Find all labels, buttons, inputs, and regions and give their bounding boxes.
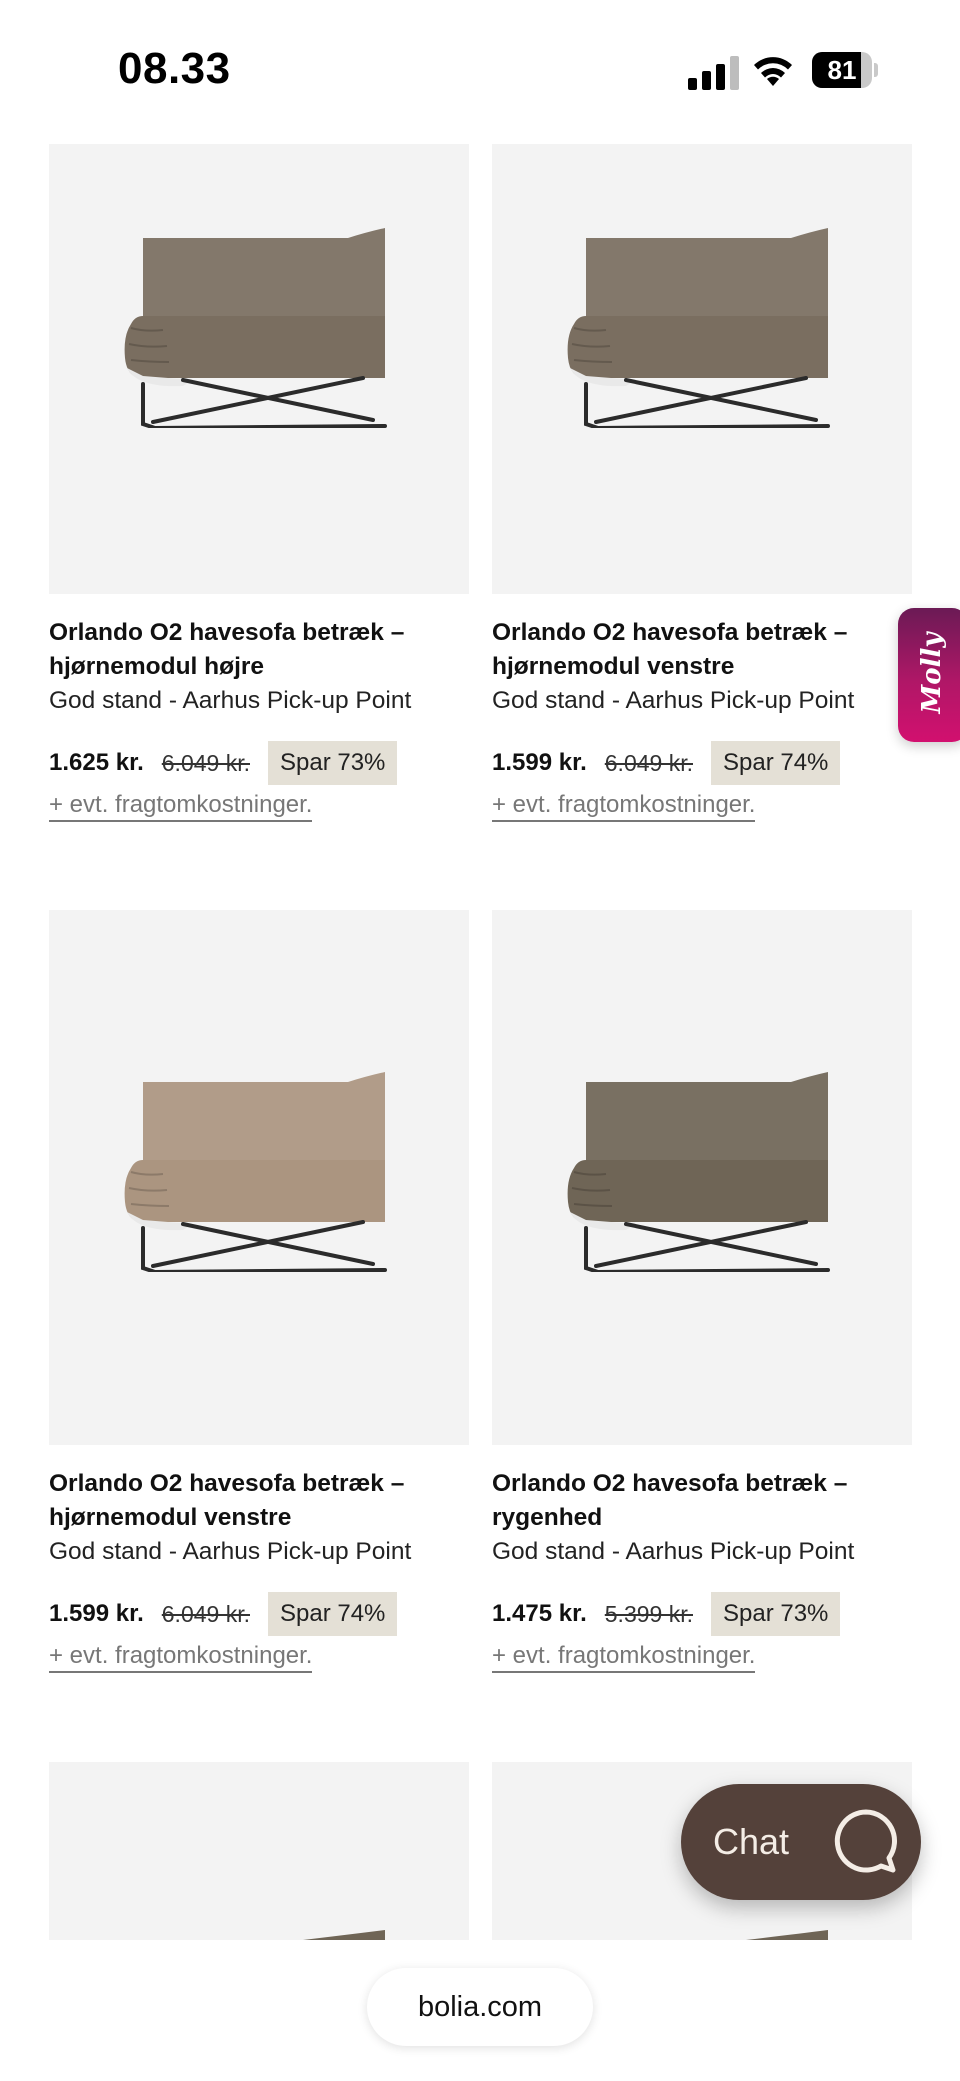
status-time: 08.33 <box>118 44 231 93</box>
discount-badge: Spar 74% <box>268 1592 398 1636</box>
price-row: 1.599 kr. 6.049 kr. Spar 74% <box>49 1591 469 1637</box>
product-image[interactable] <box>492 910 912 1445</box>
status-bar: 08.33 81 <box>0 0 960 140</box>
product-image[interactable] <box>49 1762 469 1940</box>
price-row: 1.599 kr. 6.049 kr. Spar 74% <box>492 740 912 786</box>
sofa-module-image <box>746 1930 828 1940</box>
wifi-icon <box>754 57 792 86</box>
freight-link[interactable]: + evt. fragtomkostninger. <box>49 790 313 822</box>
address-bar[interactable]: bolia.com <box>367 1968 593 2046</box>
product-subtitle: God stand - Aarhus Pick-up Point <box>49 1538 412 1565</box>
product-card[interactable]: Orlando O2 havesofa betræk – hjørnemodul… <box>49 144 469 822</box>
freight-link[interactable]: + evt. fragtomkostninger. <box>49 1641 313 1673</box>
price-row: 1.475 kr. 5.399 kr. Spar 73% <box>492 1591 912 1637</box>
discount-badge: Spar 73% <box>711 1592 841 1636</box>
product-name[interactable]: Orlando O2 havesofa betræk – hjørnemodul… <box>492 616 912 684</box>
sofa-module-image <box>303 1930 385 1940</box>
product-name[interactable]: Orlando O2 havesofa betræk – rygenhed <box>492 1467 912 1535</box>
current-price: 1.599 kr. <box>492 749 587 776</box>
product-name[interactable]: Orlando O2 havesofa betræk – hjørnemodul… <box>49 616 469 684</box>
discount-badge: Spar 73% <box>268 741 398 785</box>
product-card[interactable] <box>49 1762 469 1940</box>
original-price: 6.049 kr. <box>161 1600 250 1627</box>
chat-bubble-icon <box>834 1809 897 1873</box>
product-image[interactable] <box>492 144 912 594</box>
molly-label: Molly <box>917 632 947 714</box>
discount-badge: Spar 74% <box>711 741 841 785</box>
product-card[interactable]: Orlando O2 havesofa betræk – rygenhed Go… <box>492 910 912 1673</box>
product-card[interactable]: Orlando O2 havesofa betræk – hjørnemodul… <box>49 910 469 1673</box>
product-card[interactable]: Orlando O2 havesofa betræk – hjørnemodul… <box>492 144 912 822</box>
signal-icon <box>688 56 739 90</box>
freight-link[interactable]: + evt. fragtomkostninger. <box>492 1641 756 1673</box>
product-subtitle: God stand - Aarhus Pick-up Point <box>492 1538 855 1565</box>
sofa-module-image <box>567 1072 830 1272</box>
current-price: 1.625 kr. <box>49 749 144 776</box>
freight-link[interactable]: + evt. fragtomkostninger. <box>492 790 756 822</box>
original-price: 5.399 kr. <box>604 1600 693 1627</box>
chat-button[interactable]: Chat <box>681 1784 921 1900</box>
current-price: 1.475 kr. <box>492 1600 587 1627</box>
sofa-module-image <box>124 1072 387 1272</box>
product-name[interactable]: Orlando O2 havesofa betræk – hjørnemodul… <box>49 1467 469 1535</box>
sofa-module-image <box>567 228 830 428</box>
current-price: 1.599 kr. <box>49 1600 144 1627</box>
product-subtitle: God stand - Aarhus Pick-up Point <box>492 687 855 714</box>
price-row: 1.625 kr. 6.049 kr. Spar 73% <box>49 740 469 786</box>
original-price: 6.049 kr. <box>161 749 250 776</box>
product-image[interactable] <box>49 144 469 594</box>
chat-label: Chat <box>713 1821 790 1862</box>
original-price: 6.049 kr. <box>604 749 693 776</box>
battery-icon: 81 <box>812 52 878 88</box>
product-image[interactable] <box>49 910 469 1445</box>
sofa-module-image <box>124 228 387 428</box>
battery-level: 81 <box>827 55 857 85</box>
molly-assistant-tab[interactable]: Molly <box>898 608 960 742</box>
product-subtitle: God stand - Aarhus Pick-up Point <box>49 687 412 714</box>
